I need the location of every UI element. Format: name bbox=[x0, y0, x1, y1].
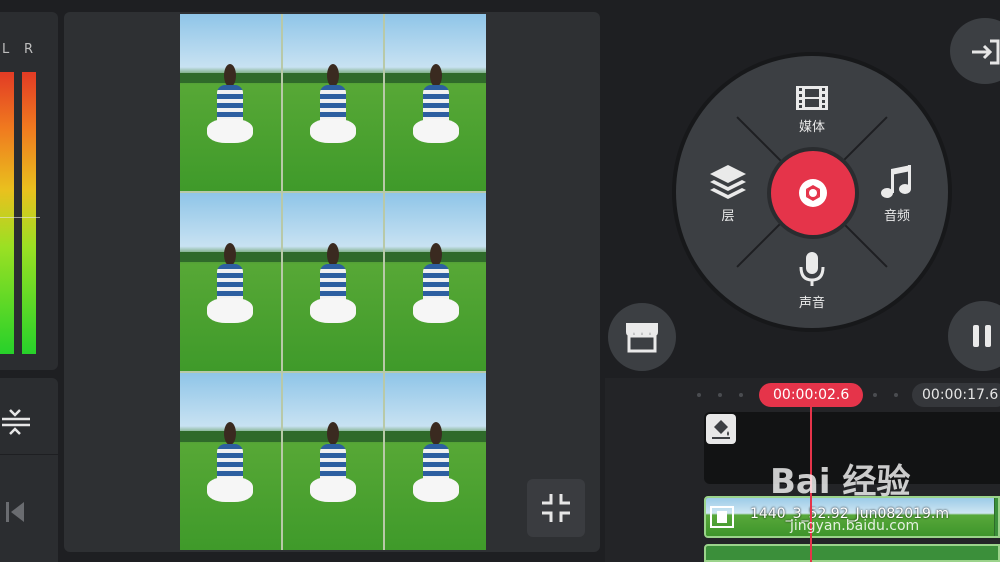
video-preview[interactable] bbox=[180, 14, 486, 550]
preview-tile bbox=[180, 14, 281, 192]
meter-reference-line bbox=[0, 217, 40, 218]
export-icon bbox=[972, 39, 1000, 65]
asset-store-button[interactable] bbox=[608, 303, 676, 371]
video-clip-secondary[interactable] bbox=[704, 544, 1000, 562]
adjust-track-icon[interactable] bbox=[0, 402, 36, 442]
layer-label: 层 bbox=[721, 209, 735, 224]
clip-film-icon bbox=[710, 506, 734, 528]
meter-left-label: L bbox=[2, 42, 10, 57]
layer-button[interactable]: 层 bbox=[683, 163, 773, 224]
meter-right-bar bbox=[22, 72, 36, 354]
preview-tile bbox=[180, 193, 281, 371]
preview-tile bbox=[282, 372, 384, 550]
film-icon bbox=[796, 86, 828, 110]
voice-label: 声音 bbox=[798, 296, 825, 311]
preview-tile bbox=[282, 193, 384, 371]
preview-tile bbox=[180, 372, 281, 550]
meter-right-label: R bbox=[24, 42, 34, 57]
total-time: 00:00:17.6 bbox=[912, 383, 1000, 407]
media-label: 媒体 bbox=[798, 120, 825, 135]
voice-button[interactable]: 声音 bbox=[767, 250, 857, 311]
preview-tile bbox=[385, 14, 486, 192]
camera-shutter-icon bbox=[799, 179, 827, 207]
pause-icon bbox=[973, 325, 991, 347]
paint-bucket-icon[interactable] bbox=[706, 414, 736, 444]
music-note-icon bbox=[881, 165, 911, 198]
left-tool-panel bbox=[0, 378, 58, 562]
media-button[interactable]: 媒体 bbox=[767, 84, 857, 135]
watermark: Bai 经验 bbox=[770, 462, 911, 502]
preview-tile bbox=[385, 372, 486, 550]
watermark-url: jingyan.baidu.com bbox=[790, 518, 920, 534]
preview-tile bbox=[282, 14, 384, 192]
meter-left-bar bbox=[0, 72, 14, 354]
audio-button[interactable]: 音频 bbox=[852, 163, 942, 224]
audio-meter-panel: L R bbox=[0, 12, 58, 370]
microphone-icon bbox=[799, 252, 825, 286]
exit-fullscreen-button[interactable] bbox=[527, 479, 585, 537]
capture-button[interactable] bbox=[771, 151, 855, 235]
playhead-time: 00:00:02.6 bbox=[759, 383, 864, 407]
store-icon bbox=[626, 323, 658, 353]
preview-tile bbox=[385, 193, 486, 371]
shrink-icon bbox=[542, 494, 570, 522]
skip-to-start-icon[interactable] bbox=[2, 498, 28, 526]
audio-label: 音频 bbox=[883, 209, 910, 224]
layers-icon bbox=[710, 165, 746, 199]
